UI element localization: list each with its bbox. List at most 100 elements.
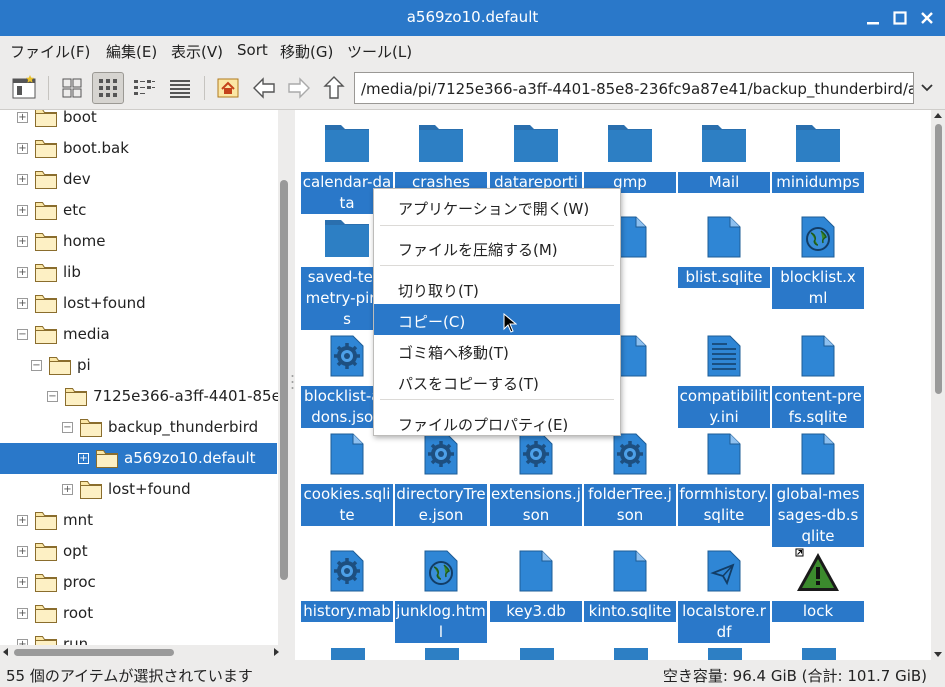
expand-icon[interactable]: + — [17, 267, 28, 278]
folder-icon — [79, 417, 103, 438]
expand-icon[interactable]: + — [17, 143, 28, 154]
tree-item[interactable]: + boot — [0, 110, 277, 133]
menu-item-copy[interactable]: コピー(C) — [374, 304, 620, 335]
chevron-down-icon[interactable] — [918, 78, 936, 96]
tree-item[interactable]: + a569zo10.default — [0, 443, 277, 474]
globe-icon — [794, 213, 842, 261]
collapse-icon[interactable]: − — [17, 329, 28, 340]
path-input[interactable]: /media/pi/7125e366-a3ff-4401-85e8-236fc9… — [354, 72, 914, 104]
menu-item-move-to-trash[interactable]: ゴミ箱へ移動(T) — [374, 335, 620, 366]
toolbar-separator — [204, 76, 205, 100]
folder-icon — [34, 324, 58, 345]
file-item-label: global-messages-db.sqlite — [772, 484, 864, 547]
collapse-icon[interactable]: − — [47, 391, 58, 402]
file-item-partial[interactable] — [331, 648, 365, 660]
tree-item[interactable]: + dev — [0, 164, 277, 195]
toolbar-separator — [48, 76, 49, 100]
tree-horizontal-scrollbar[interactable] — [0, 645, 290, 660]
tree-item-label: lost+found — [63, 294, 146, 312]
minimize-icon[interactable] — [864, 9, 882, 27]
document-icon — [606, 547, 654, 595]
tree-item[interactable]: + opt — [0, 536, 277, 567]
menu-go[interactable]: 移動(G) — [280, 41, 333, 62]
free-space: 空き容量: 96.4 GiB (合計: 101.7 GiB) — [662, 667, 927, 685]
scrollbar-thumb[interactable] — [280, 180, 288, 580]
file-item-partial[interactable] — [802, 648, 836, 660]
menu-item-open-with[interactable]: アプリケーションで開く(W) — [374, 191, 620, 222]
menu-sort[interactable]: Sort — [237, 41, 268, 59]
tree-item[interactable]: + root — [0, 598, 277, 629]
tree-item[interactable]: − pi — [0, 350, 277, 381]
tree-item[interactable]: + etc — [0, 195, 277, 226]
collapse-icon[interactable]: − — [31, 360, 42, 371]
file-item-label: cookies.sqlite — [301, 484, 393, 526]
file-item-partial[interactable] — [708, 648, 742, 660]
thumbnail-view-icon[interactable] — [92, 72, 124, 104]
menu-edit[interactable]: 編集(E) — [106, 41, 157, 62]
menu-item-compress[interactable]: ファイルを圧縮する(M) — [374, 232, 620, 263]
menu-item-properties[interactable]: ファイルのプロパティ(E) — [374, 407, 620, 438]
tree-scrollbar[interactable] — [278, 110, 290, 660]
expand-icon[interactable]: + — [17, 236, 28, 247]
file-item-partial[interactable] — [614, 648, 648, 660]
menu-tools[interactable]: ツール(L) — [347, 41, 412, 62]
file-item-label: junklog.html — [395, 601, 487, 643]
icon-view-icon[interactable] — [56, 72, 88, 104]
menu-bar: ファイル(F) 編集(E) 表示(V) Sort 移動(G) ツール(L) — [0, 36, 945, 66]
expand-icon[interactable]: + — [78, 453, 89, 464]
file-item-label: history.mab — [301, 601, 393, 622]
back-arrow-icon[interactable] — [248, 72, 280, 104]
tree-item[interactable]: + home — [0, 226, 277, 257]
maximize-icon[interactable] — [891, 9, 909, 27]
file-item-partial[interactable] — [520, 648, 554, 660]
expand-icon[interactable]: + — [17, 205, 28, 216]
list-view-icon[interactable] — [164, 72, 196, 104]
collapse-icon[interactable]: − — [62, 422, 73, 433]
file-view-scrollbar[interactable] — [931, 110, 945, 660]
expand-icon[interactable]: + — [62, 484, 73, 495]
expand-icon[interactable]: + — [17, 174, 28, 185]
expand-icon[interactable]: + — [17, 298, 28, 309]
tree-item[interactable]: + proc — [0, 567, 277, 598]
tree-item[interactable]: + lost+found — [0, 474, 277, 505]
expand-icon[interactable]: + — [17, 515, 28, 526]
selection-count: 55 個のアイテムが選択されています — [6, 667, 253, 685]
tree-item[interactable]: + lost+found — [0, 288, 277, 319]
expand-icon[interactable]: + — [17, 112, 28, 123]
tree-item-label: a569zo10.default — [124, 449, 256, 467]
expand-icon[interactable]: + — [17, 546, 28, 557]
file-item-label: minidumps — [772, 172, 864, 193]
menu-item-cut[interactable]: 切り取り(T) — [374, 273, 620, 304]
new-window-icon[interactable] — [8, 72, 40, 104]
tree-item-label: mnt — [63, 511, 93, 529]
scrollbar-thumb[interactable] — [14, 649, 174, 656]
tree-item[interactable]: + boot.bak — [0, 133, 277, 164]
tree-item[interactable]: − 7125e366-a3ff-4401-85e8 — [0, 381, 290, 412]
forward-arrow-icon[interactable] — [283, 72, 315, 104]
text-icon — [700, 332, 748, 380]
expand-icon[interactable]: + — [17, 608, 28, 619]
compact-view-icon[interactable] — [128, 72, 160, 104]
menu-file[interactable]: ファイル(F) — [10, 41, 90, 62]
menu-view[interactable]: 表示(V) — [171, 41, 223, 62]
folder-icon — [700, 118, 748, 166]
expand-icon[interactable]: + — [17, 577, 28, 588]
tree-item[interactable]: + mnt — [0, 505, 277, 536]
title-bar: a569zo10.default — [0, 0, 945, 36]
scrollbar-thumb[interactable] — [935, 124, 942, 394]
up-arrow-icon[interactable] — [318, 72, 350, 104]
file-item-partial[interactable] — [425, 648, 459, 660]
tree-item-label: boot — [63, 110, 97, 126]
tree-item[interactable]: − backup_thunderbird — [0, 412, 277, 443]
tree-item[interactable]: − media — [0, 319, 277, 350]
tree-item-label: 7125e366-a3ff-4401-85e8 — [93, 387, 290, 405]
plane-icon — [700, 547, 748, 595]
folder-icon — [606, 118, 654, 166]
tree-item[interactable]: + lib — [0, 257, 277, 288]
close-icon[interactable] — [918, 9, 936, 27]
home-icon[interactable] — [212, 72, 244, 104]
folder-icon — [323, 213, 371, 261]
menu-item-copy-path[interactable]: パスをコピーする(T) — [374, 366, 620, 397]
file-item-label: Mail — [678, 172, 770, 193]
tree-item-label: root — [63, 604, 94, 622]
